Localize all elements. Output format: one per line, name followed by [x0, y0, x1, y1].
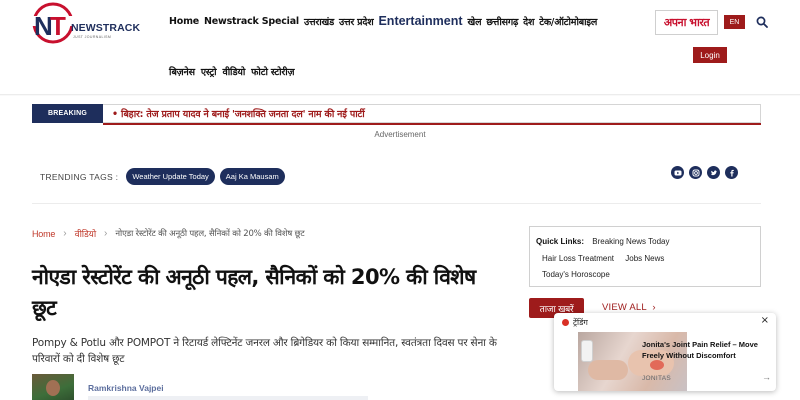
- breadcrumb-current: नोएडा रेस्टोरेंट की अनूठी पहल, सैनिकों क…: [115, 229, 305, 239]
- breaking-label: BREAKING: [32, 104, 103, 123]
- apna-bharat-link[interactable]: अपना भारत: [655, 10, 718, 35]
- nav-item-video[interactable]: वीडियो: [222, 65, 245, 78]
- breaking-underline: [103, 123, 761, 125]
- social-links: [671, 166, 743, 179]
- view-all-link[interactable]: VIEW ALL ›: [602, 302, 656, 313]
- nav-item-home[interactable]: Home: [169, 16, 199, 27]
- language-button[interactable]: EN: [724, 15, 745, 29]
- nav-item-photo-stories[interactable]: फोटो स्टोरीज़: [251, 65, 294, 78]
- nav-item-tech-auto[interactable]: टेक/ऑटोमोबाइल: [539, 15, 597, 28]
- logo-tagline: JUST JOURNALISM: [73, 35, 112, 39]
- quick-links-label: Quick Links:: [536, 237, 585, 246]
- trending-dot-icon: [562, 319, 569, 326]
- breadcrumb-home[interactable]: Home: [32, 229, 55, 239]
- secondary-nav: बिज़नेस एस्ट्रो वीडियो फोटो स्टोरीज़: [169, 65, 300, 78]
- advertisement-label: Advertisement: [374, 130, 426, 139]
- breaking-news-bar: BREAKING • बिहार: तेज प्रताप यादव ने बना…: [32, 104, 761, 125]
- article-summary: Pompy & Potlu और POMPOT ने रिटायर्ड लेफ्…: [32, 337, 497, 365]
- facebook-icon[interactable]: [725, 166, 738, 179]
- youtube-icon[interactable]: [671, 166, 684, 179]
- nav-item-uttarakhand[interactable]: उत्तराखंड: [304, 15, 334, 28]
- trending-popup: ट्रेंडिंग × Jonita's Joint Pain Relief –…: [554, 313, 776, 391]
- nav-item-astro[interactable]: एस्ट्रो: [201, 65, 217, 78]
- nav-item-chhattisgarh[interactable]: छत्तीसगढ़: [486, 15, 518, 28]
- header-divider: [0, 94, 800, 96]
- site-logo[interactable]: N T NEWSTRACK JUST JOURNALISM: [32, 2, 140, 44]
- quick-link[interactable]: Jobs News: [625, 254, 664, 263]
- chevron-right-icon: ›: [104, 228, 108, 239]
- svg-text:T: T: [50, 11, 66, 41]
- breadcrumb-section[interactable]: वीडियो: [75, 227, 97, 240]
- article-title: नोएडा रेस्टोरेंट की अनूठी पहल, सैनिकों क…: [32, 265, 476, 320]
- arrow-right-icon[interactable]: →: [762, 372, 771, 382]
- ad-brand: JONITAS: [642, 375, 672, 382]
- logo-mark-icon: N T: [32, 2, 74, 44]
- breaking-headline[interactable]: • बिहार: तेज प्रताप यादव ने बनाई 'जनशक्त…: [112, 107, 365, 120]
- search-icon[interactable]: [756, 16, 768, 28]
- nav-item-entertainment[interactable]: Entertainment: [378, 14, 462, 28]
- popup-title: ट्रेंडिंग: [573, 318, 588, 327]
- ad-title[interactable]: Jonita's Joint Pain Relief – Move Freely…: [642, 339, 770, 361]
- trending-label: TRENDING TAGS :: [40, 171, 119, 182]
- trending-tag[interactable]: Aaj Ka Mausam: [219, 168, 285, 185]
- chevron-right-icon: ›: [652, 302, 656, 313]
- chevron-right-icon: ›: [63, 228, 67, 239]
- quick-link[interactable]: Hair Loss Treatment: [542, 254, 614, 263]
- close-icon[interactable]: ×: [761, 316, 769, 326]
- nav-item-country[interactable]: देश: [523, 15, 534, 28]
- main-nav: Home Newstrack Special उत्तराखंड उत्तर प…: [169, 14, 602, 28]
- nav-item-sports[interactable]: खेल: [468, 15, 482, 28]
- trending-tag[interactable]: Weather Update Today: [126, 168, 215, 185]
- author-avatar[interactable]: [32, 374, 74, 400]
- article-meta: [88, 396, 368, 400]
- quick-links-box: Quick Links: Breaking News Today Hair Lo…: [529, 226, 761, 287]
- instagram-icon[interactable]: [689, 166, 702, 179]
- breadcrumb: Home › वीडियो › नोएडा रेस्टोरेंट की अनूठ…: [32, 227, 305, 240]
- logo-text: NEWSTRACK: [71, 22, 141, 34]
- nav-item-uttar-pradesh[interactable]: उत्तर प्रदेश: [339, 15, 374, 28]
- nav-item-business[interactable]: बिज़नेस: [169, 65, 195, 78]
- nav-item-newstrack-special[interactable]: Newstrack Special: [204, 16, 299, 27]
- quick-link[interactable]: Breaking News Today: [592, 237, 669, 246]
- view-all-label: VIEW ALL: [602, 302, 647, 313]
- twitter-icon[interactable]: [707, 166, 720, 179]
- quick-link[interactable]: Today's Horoscope: [542, 270, 610, 279]
- section-divider: [32, 203, 761, 204]
- author-name[interactable]: Ramkrishna Vajpei: [88, 383, 164, 393]
- trending-tags: TRENDING TAGS : Weather Update Today Aaj…: [40, 168, 290, 185]
- login-button[interactable]: Login: [693, 47, 727, 63]
